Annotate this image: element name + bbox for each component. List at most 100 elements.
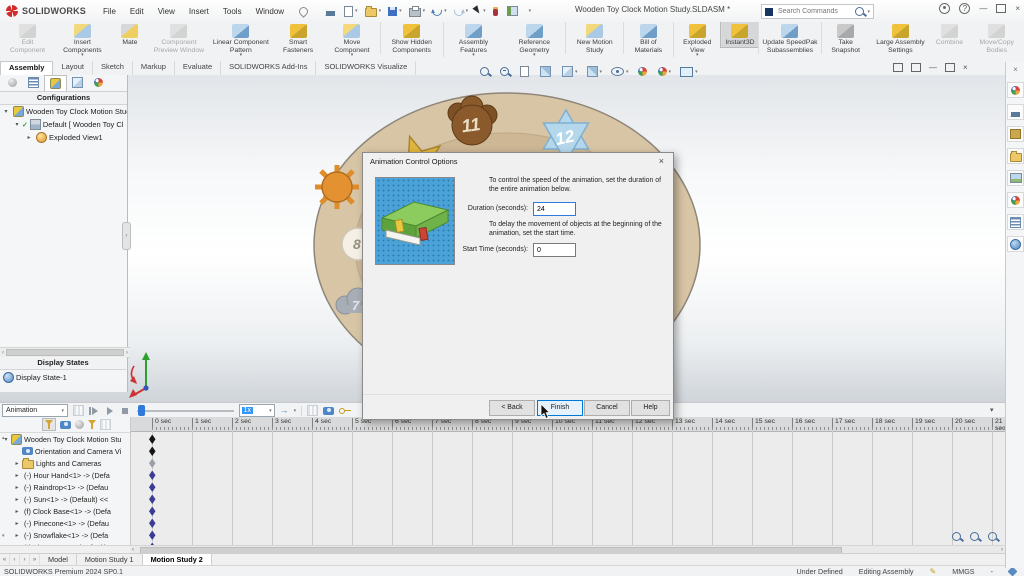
motion-tree-row[interactable]: ▸ Lights and Cameras	[0, 457, 130, 469]
ribbon-button[interactable]: Large Assembly Settings	[869, 22, 931, 54]
configuration-tree-row[interactable]: ▾ ✓ Default [ Wooden Toy Cl	[0, 118, 127, 131]
close-button[interactable]: ×	[1015, 4, 1020, 13]
filter-all-button[interactable]	[42, 418, 56, 431]
task-pane-tab[interactable]	[1007, 148, 1024, 164]
key-diamond[interactable]	[149, 495, 156, 505]
ribbon-button[interactable]: Component Preview Window	[148, 22, 210, 54]
ribbon-button[interactable]: Combine	[931, 22, 967, 47]
heads-up-button[interactable]	[498, 65, 513, 78]
key-diamond[interactable]	[149, 447, 156, 457]
expand-arrow-icon[interactable]: ▸	[14, 460, 20, 467]
doc-new-window-icon[interactable]	[911, 63, 921, 72]
panel-tab[interactable]	[67, 75, 88, 90]
quick-access-button[interactable]: ▾	[430, 5, 449, 18]
motion-tree-row[interactable]: Orientation and Camera Vi	[0, 445, 130, 457]
menu-item[interactable]: File	[96, 7, 123, 16]
doc-minimize-button[interactable]: —	[929, 63, 937, 72]
search-icon[interactable]	[855, 7, 864, 16]
timeline-slider[interactable]	[137, 405, 234, 416]
motion-tree-row[interactable]: ▸ (-) Raindrop<1> -> (Defau	[0, 481, 130, 493]
slider-track[interactable]	[137, 410, 234, 412]
study-type-select[interactable]: Animation ▾	[2, 404, 68, 417]
quick-access-button[interactable]: ▾	[473, 4, 488, 19]
dialog-title-bar[interactable]: Animation Control Options ×	[363, 153, 673, 169]
heads-up-button[interactable]: ▾	[560, 64, 580, 79]
configuration-tree-row[interactable]: ▾ Wooden Toy Clock Motion Study	[0, 105, 127, 118]
ribbon-button[interactable]: Reference Geometry ▾	[503, 22, 565, 57]
start-time-input[interactable]	[533, 243, 576, 257]
ribbon-button[interactable]: Take Snapshot	[821, 22, 869, 54]
timeline-zoom-fit-icon[interactable]	[952, 532, 961, 541]
play-icon[interactable]	[107, 407, 117, 415]
key-diamond[interactable]	[149, 531, 156, 541]
panel-tab[interactable]	[23, 75, 44, 90]
add-key-icon[interactable]	[339, 408, 345, 414]
task-pane-tab[interactable]	[1007, 192, 1024, 208]
motion-tree-row[interactable]: ▸ (-) Snowflake<1> -> (Defa	[0, 529, 130, 541]
scroll-left-icon[interactable]: ‹	[2, 350, 4, 356]
cancel-button[interactable]: Cancel	[584, 400, 630, 416]
motion-tree-row[interactable]: ▸ (-) Sun<1> -> (Default) <<	[0, 493, 130, 505]
task-pane-tab[interactable]	[1007, 214, 1024, 230]
heads-up-button[interactable]: ▾	[678, 65, 700, 79]
help-button[interactable]: Help	[631, 400, 670, 416]
panel-tab[interactable]	[2, 75, 23, 90]
task-pane-tab[interactable]	[1007, 236, 1024, 252]
task-pane-tab[interactable]	[1007, 170, 1024, 186]
expand-arrow-icon[interactable]: ▸	[14, 532, 20, 539]
key-diamond[interactable]	[149, 519, 156, 529]
quick-access-button[interactable]: ▾	[407, 4, 428, 19]
search-input[interactable]	[776, 7, 852, 16]
timeline-zoom-out-icon[interactable]	[988, 532, 997, 541]
chevron-down-icon[interactable]: ▾	[867, 9, 870, 15]
ribbon-button[interactable]: Insert Components ▾	[53, 22, 112, 57]
ribbon-button[interactable]: Linear Component Pattern ▾	[210, 22, 272, 57]
filter-results-icon[interactable]	[100, 419, 111, 430]
expand-arrow-icon[interactable]: ▸	[14, 484, 20, 491]
ribbon-button[interactable]: Edit Component	[2, 22, 53, 54]
doc-close-button[interactable]: ×	[963, 63, 968, 72]
task-pane-tab[interactable]	[1007, 82, 1024, 98]
configuration-tree-row[interactable]: ▸ Exploded View1	[0, 131, 127, 144]
dialog-close-icon[interactable]: ×	[657, 156, 666, 166]
ribbon-button[interactable]: Instant3D	[721, 22, 758, 47]
ribbon-button[interactable]: Move/Copy Bodies	[967, 22, 1024, 54]
calculate-icon[interactable]	[73, 405, 84, 416]
expand-arrow-icon[interactable]: ▸	[14, 520, 20, 527]
stop-icon[interactable]	[122, 408, 128, 414]
menu-item[interactable]: View	[151, 7, 182, 16]
filter-driving-icon[interactable]	[75, 420, 84, 429]
commandmanager-tab[interactable]: Evaluate	[175, 61, 221, 75]
ribbon-button[interactable]: New Motion Study	[565, 22, 623, 54]
menu-item[interactable]: Edit	[123, 7, 151, 16]
motion-tree-row[interactable]: ▸ (f) Clock Base<1> -> (Defa	[0, 505, 130, 517]
doc-restore-button[interactable]	[945, 63, 955, 72]
heads-up-button[interactable]	[636, 65, 651, 78]
commandmanager-tab[interactable]: Sketch	[93, 61, 133, 75]
help-icon[interactable]: ?	[959, 3, 970, 14]
heads-up-button[interactable]: ▾	[656, 65, 674, 78]
chevron-down-icon[interactable]: ▾	[294, 408, 297, 414]
save-animation-icon[interactable]	[307, 405, 318, 416]
task-pane-tab[interactable]	[1007, 104, 1024, 120]
scroll-right-icon[interactable]: ›	[126, 350, 128, 356]
back-button[interactable]: < Back	[489, 400, 535, 416]
ribbon-button[interactable]: Smart Fasteners	[272, 22, 324, 54]
motion-tree-row[interactable]: ▸ (-) Hour Hand<1> -> (Defa	[0, 469, 130, 481]
playback-mode-icon[interactable]: →	[280, 406, 289, 415]
heads-up-button[interactable]: ▾	[609, 65, 631, 78]
quick-access-button[interactable]: ▾	[452, 5, 471, 18]
expand-arrow-icon[interactable]: ▾	[3, 436, 9, 443]
quick-access-button[interactable]: ▾	[525, 6, 534, 16]
expand-arrow-icon[interactable]: ▸	[14, 508, 20, 515]
display-state-row[interactable]: Display State-1	[0, 371, 129, 384]
ribbon-button[interactable]: Mate	[112, 22, 148, 47]
heads-up-button[interactable]	[478, 65, 493, 78]
motion-tree-row[interactable]: ▸ (-) Pinecone<1> -> (Defau	[0, 517, 130, 529]
key-diamond[interactable]	[149, 459, 156, 469]
quick-access-button[interactable]	[505, 4, 522, 18]
ribbon-button[interactable]: Show Hidden Components	[380, 22, 443, 54]
filter-selected-icon[interactable]	[88, 420, 96, 429]
doc-restore-icon[interactable]	[893, 63, 903, 72]
duration-input[interactable]	[533, 202, 576, 216]
